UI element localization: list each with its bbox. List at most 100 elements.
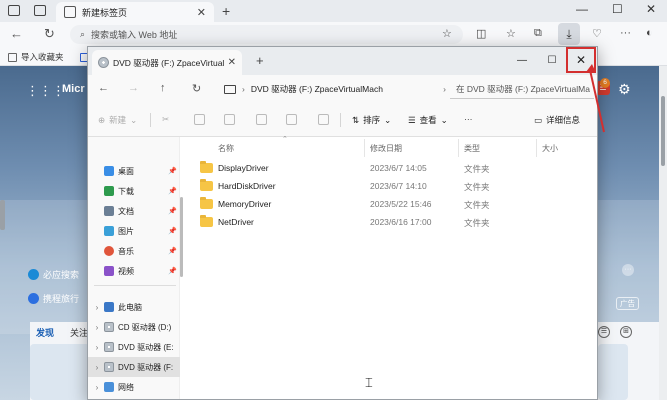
sidebar-item-videos[interactable]: 视频 📌: [88, 261, 180, 281]
close-tab-icon[interactable]: ✕: [197, 6, 206, 19]
explorer-titlebar: DVD 驱动器 (F:) ZpaceVirtualM ✕ + — ☐ ✕: [88, 47, 597, 75]
share-icon[interactable]: [286, 114, 297, 125]
sidebar-item-network[interactable]: › 网络: [88, 377, 180, 397]
left-scroll-handle[interactable]: [0, 200, 5, 230]
quicklink-ctrip[interactable]: 携程旅行: [28, 292, 79, 305]
file-row[interactable]: DisplayDriver 2023/6/7 14:05 文件夹: [192, 159, 597, 177]
column-header-size[interactable]: 大小: [542, 143, 558, 154]
column-divider[interactable]: [536, 139, 537, 157]
details-pane-button[interactable]: ▭ 详细信息: [534, 114, 580, 126]
pin-icon[interactable]: 📌: [168, 207, 177, 215]
sidebar-item-music[interactable]: 音乐 📌: [88, 241, 180, 261]
sidebar-item-pictures[interactable]: 图片 📌: [88, 221, 180, 241]
column-header-type[interactable]: 类型: [464, 143, 480, 154]
refresh-icon[interactable]: ↻: [192, 82, 201, 95]
pin-icon[interactable]: 📌: [168, 167, 177, 175]
more-commands-button[interactable]: ···: [464, 114, 473, 124]
sort-icon: ⇅: [352, 114, 360, 125]
more-menu-icon[interactable]: ···: [620, 27, 631, 39]
column-divider[interactable]: [458, 139, 459, 157]
forward-arrow-icon[interactable]: →: [128, 82, 139, 94]
feed-tab-follow[interactable]: 关注: [70, 326, 88, 339]
file-row[interactable]: NetDriver 2023/6/16 17:00 文件夹: [192, 213, 597, 231]
browser-minimize-button[interactable]: —: [576, 2, 588, 16]
address-bar[interactable]: ⌕ 搜索或输入 Web 地址: [70, 25, 463, 44]
feed-grid-icon[interactable]: ⊞: [620, 326, 632, 338]
sidebar-item-label: 图片: [118, 226, 134, 236]
sidebar-item-dvd-f[interactable]: › DVD 驱动器 (F:: [88, 357, 180, 377]
expand-chevron-icon[interactable]: ›: [92, 363, 102, 372]
sidebar-item-downloads[interactable]: 下载 📌: [88, 181, 180, 201]
apps-grid-icon[interactable]: ⋮⋮⋮: [26, 83, 65, 99]
sidebar-item-desktop[interactable]: 桌面 📌: [88, 161, 180, 181]
back-icon[interactable]: ←: [10, 26, 23, 41]
split-screen-icon[interactable]: ◫: [476, 27, 486, 40]
explorer-tab[interactable]: DVD 驱动器 (F:) ZpaceVirtualM ✕: [92, 50, 242, 75]
bing-icon: [28, 269, 39, 280]
breadcrumb-expand-chevron-icon[interactable]: ›: [443, 84, 446, 94]
expand-chevron-icon[interactable]: ›: [92, 383, 102, 392]
column-header-name[interactable]: 名称: [218, 143, 234, 154]
page-settings-gear-icon[interactable]: ⚙: [618, 81, 631, 98]
feed-card[interactable]: [598, 344, 628, 400]
profile-icon[interactable]: [8, 5, 20, 16]
up-arrow-icon[interactable]: ↑: [160, 82, 166, 94]
paste-icon[interactable]: [224, 114, 235, 125]
sidebar-scrollbar[interactable]: [180, 197, 183, 277]
view-button[interactable]: ☰ 查看 ⌄: [408, 114, 448, 126]
copilot-icon[interactable]: ◐: [646, 27, 653, 39]
breadcrumb[interactable]: › DVD 驱动器 (F:) ZpaceVirtualMach ›: [224, 79, 446, 99]
back-arrow-icon[interactable]: ←: [98, 82, 109, 94]
feed-settings-icon[interactable]: ☰: [598, 326, 610, 338]
page-scrollbar[interactable]: [659, 66, 667, 400]
delete-icon[interactable]: [318, 114, 329, 125]
more-options-icon[interactable]: ···: [622, 264, 634, 276]
expand-chevron-icon[interactable]: ›: [92, 343, 102, 352]
sort-button[interactable]: ⇅ 排序 ⌄: [352, 114, 391, 126]
favorite-star-icon[interactable]: ☆: [442, 27, 452, 40]
explorer-new-tab-button[interactable]: +: [256, 53, 264, 68]
file-row[interactable]: MemoryDriver 2023/5/22 15:46 文件夹: [192, 195, 597, 213]
feed-tab-discover[interactable]: 发现: [36, 326, 54, 339]
pin-icon[interactable]: 📌: [168, 227, 177, 235]
copy-icon[interactable]: [194, 114, 205, 125]
dvd-drive-icon: [98, 57, 109, 68]
file-row[interactable]: HardDiskDriver 2023/6/7 14:10 文件夹: [192, 177, 597, 195]
quicklink-bing[interactable]: 必应搜索: [28, 268, 79, 281]
browser-essentials-icon[interactable]: ♡: [592, 27, 602, 40]
new-tab-button[interactable]: +: [222, 3, 230, 19]
downloads-button[interactable]: ⤓: [558, 23, 580, 45]
sidebar-item-cd-drive[interactable]: › CD 驱动器 (D:): [88, 317, 180, 337]
explorer-search-input[interactable]: 在 DVD 驱动器 (F:) ZpaceVirtualMa: [450, 79, 594, 99]
explorer-minimize-button[interactable]: —: [508, 49, 536, 71]
pin-icon[interactable]: 📌: [168, 187, 177, 195]
expand-chevron-icon[interactable]: ›: [92, 323, 102, 332]
browser-tab[interactable]: 新建标签页 ✕: [56, 2, 214, 22]
scrollbar-thumb[interactable]: [661, 96, 665, 166]
videos-icon: [104, 266, 114, 276]
new-button[interactable]: ⊕ 新建 ⌄: [98, 114, 137, 126]
pin-icon[interactable]: 📌: [168, 247, 177, 255]
explorer-close-button[interactable]: ✕: [566, 47, 596, 73]
browser-maximize-button[interactable]: ☐: [612, 2, 623, 16]
sidebar-item-dvd-e[interactable]: › DVD 驱动器 (E:: [88, 337, 180, 357]
feed-card[interactable]: [30, 344, 90, 400]
column-header-modified[interactable]: 修改日期: [370, 143, 402, 154]
sidebar-item-documents[interactable]: 文档 📌: [88, 201, 180, 221]
pin-icon[interactable]: 📌: [168, 267, 177, 275]
explorer-maximize-button[interactable]: ☐: [538, 49, 566, 71]
bookmark-import[interactable]: 导入收藏夹: [8, 51, 64, 63]
refresh-icon[interactable]: ↻: [44, 26, 55, 42]
favorites-icon[interactable]: ☆: [506, 27, 516, 40]
collections-icon[interactable]: ⧉: [534, 27, 542, 40]
cut-icon[interactable]: ✂: [162, 114, 169, 125]
file-type: 文件夹: [464, 182, 490, 192]
sidebar-item-this-pc[interactable]: › 此电脑: [88, 297, 180, 317]
close-explorer-tab-icon[interactable]: ✕: [228, 57, 236, 68]
workspaces-icon[interactable]: [34, 5, 46, 16]
expand-chevron-icon[interactable]: ›: [92, 303, 102, 312]
file-list: ⌃ 名称 修改日期 类型 大小 DisplayDriver 2023/6/7 1…: [192, 136, 597, 399]
browser-close-button[interactable]: ✕: [646, 2, 656, 16]
rename-icon[interactable]: [256, 114, 267, 125]
column-divider[interactable]: [364, 139, 365, 157]
